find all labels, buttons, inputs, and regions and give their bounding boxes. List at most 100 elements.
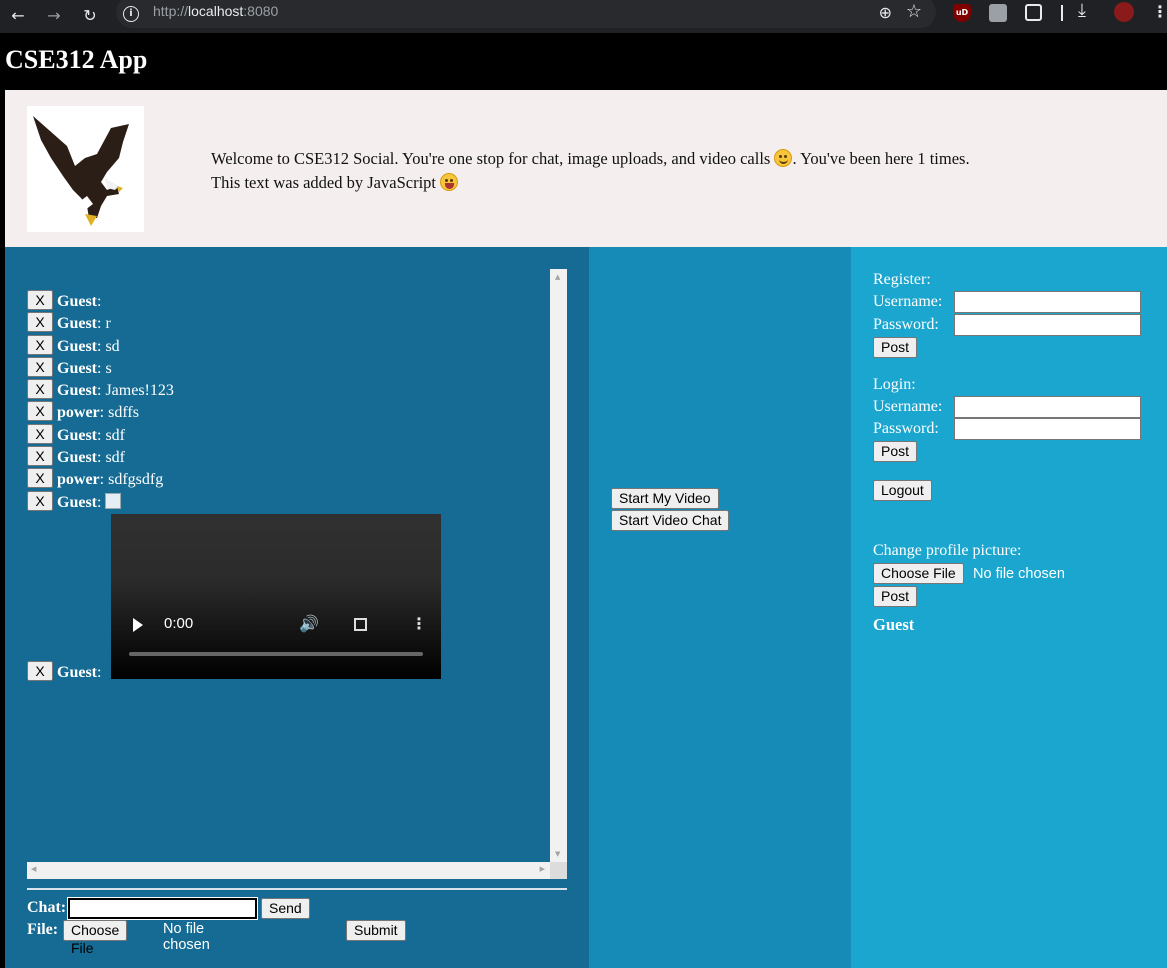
- profile-choose-file-button[interactable]: Choose File: [873, 563, 964, 584]
- chat-message: X Guest: sd: [27, 334, 547, 357]
- delete-message-button[interactable]: X: [27, 379, 53, 400]
- chat-label: Chat:: [27, 899, 67, 916]
- scroll-left-arrow-icon[interactable]: ◀: [31, 865, 36, 873]
- message-text: s: [105, 359, 112, 377]
- url-port: :8080: [243, 3, 279, 19]
- reload-icon[interactable]: ↻: [78, 4, 102, 28]
- app-header: CSE312 App: [0, 35, 1167, 90]
- welcome-message: Welcome to CSE312 Social. You're one sto…: [211, 149, 771, 168]
- browser-menu-icon[interactable]: ⋮: [1152, 2, 1167, 21]
- video-progress-bar[interactable]: [129, 652, 423, 656]
- choose-file-button[interactable]: Choose File: [63, 920, 128, 956]
- chat-input[interactable]: [67, 897, 258, 920]
- chat-message: X Guest: r: [27, 312, 547, 334]
- video-player[interactable]: 0:00 🔊 ⋮: [111, 514, 441, 679]
- send-button[interactable]: Send: [261, 898, 310, 919]
- no-file-chosen-text: No file chosen: [163, 921, 210, 953]
- delete-message-button[interactable]: X: [27, 490, 53, 511]
- message-username: Guest: [57, 359, 97, 377]
- message-separator: :: [97, 293, 102, 310]
- browser-toolbar: ← → ↻ i http://localhost:8080 ⊕ ☆ uD ⤓ ⋮: [0, 0, 1167, 33]
- url-text[interactable]: http://localhost:8080: [153, 3, 278, 19]
- logout-button[interactable]: Logout: [873, 480, 932, 501]
- smiley-emoji-icon: [774, 149, 793, 167]
- login-post-row: Post: [873, 440, 1153, 464]
- back-icon[interactable]: ←: [6, 4, 30, 28]
- register-password-row: Password:: [873, 314, 1153, 336]
- scroll-right-arrow-icon[interactable]: ▶: [540, 865, 545, 873]
- message-separator: :: [99, 471, 109, 489]
- register-post-row: Post: [873, 336, 1153, 360]
- chat-panel: X Guest: X Guest: r X Guest: sd X Guest: s X Gue…: [5, 247, 589, 968]
- chat-message: Xpower: sdffs: [27, 401, 547, 423]
- message-text: sdffs: [108, 404, 139, 422]
- horizontal-scrollbar[interactable]: ◀ ▶: [27, 862, 567, 879]
- login-heading: Login:: [873, 376, 916, 393]
- logout-row: Logout: [873, 480, 1153, 504]
- extensions-puzzle-icon[interactable]: [1025, 4, 1042, 21]
- download-icon[interactable]: ⤓: [1078, 0, 1086, 21]
- site-info-icon[interactable]: i: [123, 6, 139, 22]
- zoom-icon[interactable]: ⊕: [879, 3, 892, 22]
- eagle-icon: [33, 116, 129, 226]
- register-username-label: Username:: [873, 293, 943, 310]
- delete-message-button[interactable]: X: [27, 446, 53, 467]
- js-added-text: This text was added by JavaScript: [211, 173, 436, 192]
- profile-post-button[interactable]: Post: [873, 586, 918, 607]
- chat-message: X Guest:: [27, 490, 547, 513]
- chat-divider: [27, 888, 567, 890]
- fullscreen-icon[interactable]: [354, 618, 367, 631]
- delete-message-button[interactable]: X: [27, 290, 53, 310]
- submit-button[interactable]: Submit: [346, 920, 406, 941]
- forward-icon[interactable]: →: [42, 4, 66, 28]
- login-password-input[interactable]: [954, 418, 1141, 440]
- message-username: power: [57, 404, 100, 422]
- bookmark-star-icon[interactable]: ☆: [906, 1, 922, 22]
- tongue-emoji-icon: [440, 173, 459, 191]
- register-post-button[interactable]: Post: [873, 337, 918, 358]
- vertical-scrollbar[interactable]: ▲ ▼: [550, 269, 567, 862]
- scroll-up-arrow-icon[interactable]: ▲: [555, 273, 560, 281]
- message-separator: :: [97, 493, 106, 511]
- message-username: Guest: [57, 426, 97, 444]
- welcome-text: Welcome to CSE312 Social. You're one sto…: [211, 147, 970, 195]
- more-options-icon[interactable]: ⋮: [411, 614, 427, 633]
- register-password-input[interactable]: [954, 314, 1141, 336]
- message-text: sdf: [105, 426, 126, 444]
- delete-message-button[interactable]: X: [27, 401, 53, 422]
- account-panel: Register: Username: Password: Post Login…: [851, 247, 1167, 968]
- chat-message: Xpower: sdfgsdfg: [27, 468, 547, 490]
- profile-no-file-text: No file chosen: [973, 566, 1065, 582]
- profile-file-row: Choose File No file chosen: [873, 562, 1153, 584]
- address-bar[interactable]: i http://localhost:8080 ⊕ ☆: [116, 0, 936, 28]
- login-username-label: Username:: [873, 398, 943, 415]
- delete-message-button[interactable]: X: [27, 423, 53, 444]
- chat-message: X Guest: James!123: [27, 379, 547, 401]
- chat-messages-box[interactable]: X Guest: X Guest: r X Guest: sd X Guest: s X Gue…: [27, 269, 567, 879]
- delete-message-button[interactable]: X: [27, 660, 53, 681]
- extension-icon[interactable]: [989, 4, 1007, 22]
- login-post-button[interactable]: Post: [873, 441, 918, 462]
- play-icon[interactable]: [133, 618, 143, 632]
- delete-message-button[interactable]: X: [27, 312, 53, 333]
- start-video-chat-button[interactable]: Start Video Chat: [611, 510, 730, 531]
- message-username: Guest: [57, 315, 97, 333]
- register-username-input[interactable]: [954, 291, 1141, 313]
- message-username: Guest: [57, 337, 97, 355]
- message-username: Guest: [57, 382, 97, 400]
- scroll-down-arrow-icon[interactable]: ▼: [555, 850, 560, 858]
- ublock-extension-icon[interactable]: uD: [953, 4, 971, 22]
- message-text: r: [105, 315, 111, 333]
- volume-icon[interactable]: 🔊: [299, 614, 319, 633]
- delete-message-button[interactable]: X: [27, 468, 53, 489]
- start-my-video-button[interactable]: Start My Video: [611, 488, 719, 509]
- video-time: 0:00: [164, 615, 194, 632]
- delete-message-button[interactable]: X: [27, 334, 53, 355]
- message-text: James!123: [105, 382, 174, 400]
- login-username-input[interactable]: [954, 396, 1141, 418]
- message-username: Guest: [57, 493, 97, 511]
- chat-message: X Guest:: [27, 290, 547, 312]
- profile-avatar-icon[interactable]: [1114, 2, 1134, 22]
- delete-message-button[interactable]: X: [27, 356, 53, 377]
- message-separator: :: [99, 404, 109, 422]
